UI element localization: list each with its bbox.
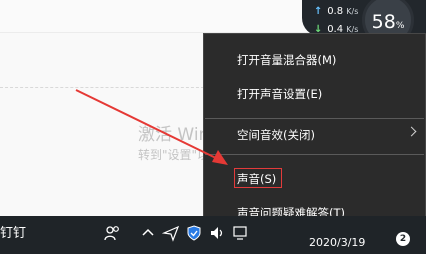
menu-item-open-sound-settings[interactable]: 打开声音设置(E) [204, 80, 425, 108]
upload-speed: ↑ 0.8 K/s [314, 6, 358, 17]
sound-context-menu: 打开音量混合器(M) 打开声音设置(E) 空间音效(关闭) 声音(S) 声音问题… [203, 33, 426, 226]
cpu-usage-value: 58 [371, 11, 396, 33]
menu-separator [205, 154, 424, 155]
chevron-right-icon [406, 126, 417, 137]
notification-icon[interactable]: 2 [396, 232, 410, 246]
taskbar: 钉钉 2020/3/19 [0, 216, 426, 254]
cpu-usage-unit: % [395, 21, 405, 31]
window-top-strip [0, 0, 320, 33]
menu-item-sounds[interactable]: 声音(S) [204, 165, 425, 193]
network-icon[interactable] [231, 224, 249, 242]
menu-item-spatial-sound[interactable]: 空间音效(关闭) [204, 121, 425, 149]
people-icon[interactable] [103, 224, 121, 242]
upload-speed-value: 0.8 [327, 6, 344, 17]
send-icon[interactable] [162, 224, 180, 242]
upload-speed-unit: K/s [346, 7, 359, 16]
menu-item-label: 空间音效(关闭) [237, 128, 315, 142]
menu-item-label: 打开音量混合器(M) [237, 53, 337, 67]
upload-arrow-icon: ↑ [314, 6, 323, 17]
chevron-up-icon[interactable] [139, 224, 157, 242]
shield-icon[interactable] [185, 224, 203, 242]
menu-item-label: 打开声音设置(E) [237, 87, 323, 101]
taskbar-date[interactable]: 2020/3/19 [309, 236, 365, 249]
menu-separator [205, 118, 424, 119]
speaker-icon[interactable] [208, 224, 226, 242]
taskbar-app-dingtalk[interactable]: 钉钉 [0, 222, 26, 241]
menu-item-label: 声音(S) [237, 172, 277, 186]
menu-item-open-volume-mixer[interactable]: 打开音量混合器(M) [204, 46, 425, 74]
